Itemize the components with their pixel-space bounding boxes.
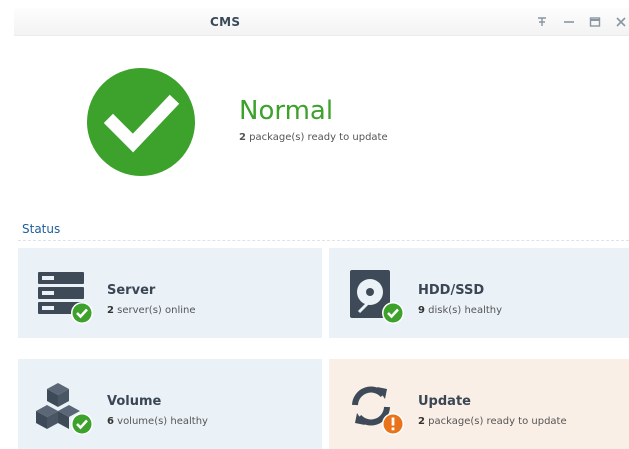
status-detail-text: package(s) ready to update [245,132,388,143]
window-title: CMS [210,15,241,29]
tile-hdd-text: disk(s) healthy [424,305,503,316]
maximize-icon[interactable] [586,13,604,31]
tile-server-title: Server [107,283,156,298]
tile-server-desc: 2 server(s) online [107,305,196,316]
tile-server-count: 2 [107,305,114,316]
pin-icon[interactable] [533,13,551,31]
status-detail-count: 2 [239,132,246,143]
tile-hdd-title: HDD/SSD [418,283,485,298]
hdd-icon [350,270,404,324]
minimize-icon[interactable] [560,13,578,31]
system-status: Normal [239,96,334,126]
tile-volume-count: 6 [107,416,114,427]
title-bar[interactable]: CMS [14,8,629,36]
tile-server[interactable]: Server 2 server(s) online [18,248,322,338]
server-icon [38,272,93,324]
tile-update-desc: 2 package(s) ready to update [418,416,567,427]
tile-hdd-count: 9 [418,305,425,316]
tile-update-title: Update [418,394,471,409]
status-detail: 2 package(s) ready to update [239,132,388,143]
tile-volume[interactable]: Volume 6 volume(s) healthy [18,359,322,449]
tile-update-text: package(s) ready to update [424,416,567,427]
tile-update-count: 2 [418,416,425,427]
update-icon [352,386,404,435]
tile-volume-desc: 6 volume(s) healthy [107,416,208,427]
status-ok-icon [87,68,195,176]
volume-icon [36,383,93,435]
section-divider [18,240,629,241]
tile-hdd-desc: 9 disk(s) healthy [418,305,502,316]
tile-server-text: server(s) online [113,305,196,316]
section-label: Status [22,222,61,236]
cms-window: CMS Normal 2 package(s) ready to update … [0,0,629,449]
tile-volume-text: volume(s) healthy [113,416,208,427]
tile-hdd-ssd[interactable]: HDD/SSD 9 disk(s) healthy [329,248,629,338]
tile-volume-title: Volume [107,394,162,409]
tile-update[interactable]: Update 2 package(s) ready to update [329,359,629,449]
close-icon[interactable] [612,13,629,31]
